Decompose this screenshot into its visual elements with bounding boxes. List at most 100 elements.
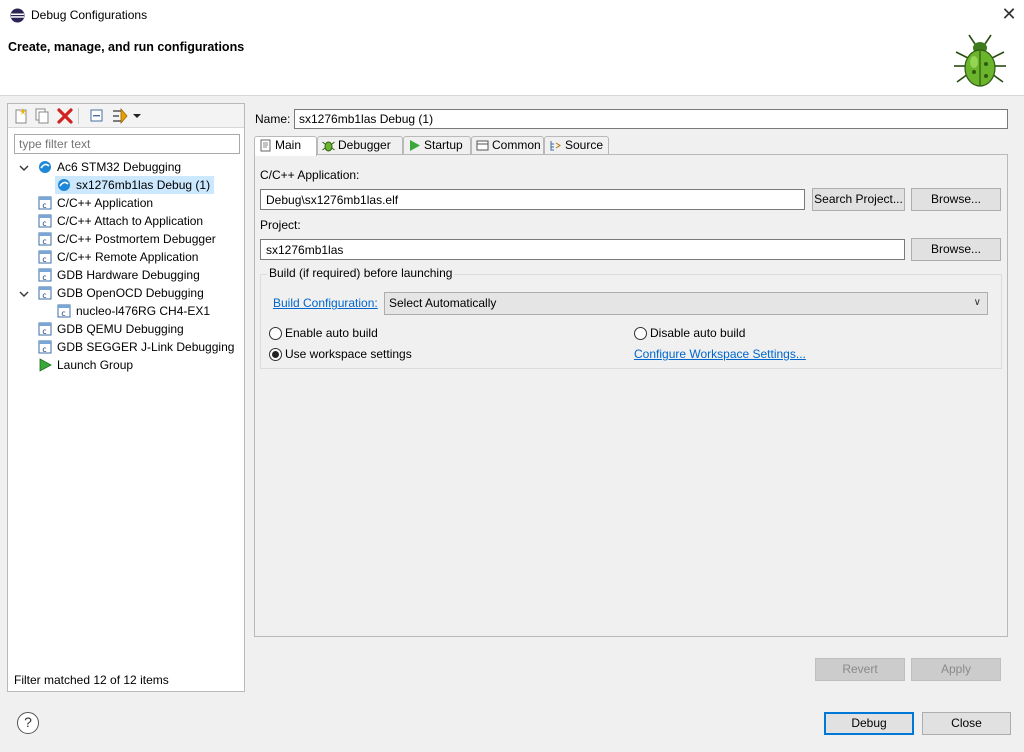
apply-button[interactable]: Apply (911, 658, 1001, 681)
tree-item-label: GDB QEMU Debugging (57, 322, 184, 336)
tab-debugger[interactable]: Debugger (317, 136, 403, 155)
svg-text:c: c (42, 291, 47, 300)
tree-item-label: C/C++ Application (57, 196, 154, 210)
svg-text:c: c (42, 255, 47, 264)
tree-item-label: GDB Hardware Debugging (57, 268, 200, 282)
configuration-editor: Name: Main Debugger Startup Common Source C/… (248, 103, 1016, 692)
c-app-icon: c (38, 196, 52, 210)
chevron-down-icon[interactable] (18, 161, 30, 173)
c-app-icon: c (38, 322, 52, 336)
name-label: Name: (255, 112, 291, 126)
tab-common[interactable]: Common (471, 136, 544, 155)
close-icon[interactable]: ✕ (998, 4, 1020, 26)
c-app-icon: c (38, 232, 52, 246)
chevron-down-icon[interactable] (18, 287, 30, 299)
build-configuration-value: Select Automatically (389, 296, 497, 310)
filter-icon[interactable] (111, 107, 129, 125)
tree-item[interactable]: c GDB OpenOCD Debugging (19, 284, 204, 302)
svg-text:c: c (42, 219, 47, 228)
browse-application-button[interactable]: Browse... (911, 188, 1001, 211)
tab-startup[interactable]: Startup (403, 136, 471, 155)
close-button[interactable]: Close (922, 712, 1011, 735)
c-app-icon: c (57, 304, 71, 318)
application-input[interactable] (260, 189, 805, 210)
tab-source[interactable]: Source (544, 136, 609, 155)
duplicate-icon[interactable] (33, 107, 51, 125)
enable-auto-build-radio[interactable] (269, 327, 282, 340)
tree-item-label: Launch Group (57, 358, 134, 372)
title-bar: Debug Configurations ✕ (0, 0, 1024, 30)
delete-icon[interactable] (56, 107, 74, 125)
window-title: Debug Configurations (31, 8, 148, 22)
bug-icon (954, 34, 1006, 87)
tab-main[interactable]: Main (254, 136, 317, 156)
help-icon[interactable]: ? (17, 712, 39, 734)
filter-input[interactable] (14, 134, 240, 154)
main-tab-content: C/C++ Application: Search Project... Bro… (254, 154, 1008, 637)
browse-project-button[interactable]: Browse... (911, 238, 1001, 261)
tree-item[interactable]: c C/C++ Postmortem Debugger (36, 230, 216, 248)
tree-toolbar (8, 104, 244, 128)
c-app-icon: c (38, 250, 52, 264)
configure-workspace-link[interactable]: Configure Workspace Settings... (634, 347, 806, 361)
search-project-button[interactable]: Search Project... (812, 188, 905, 211)
tab-label: Startup (424, 138, 463, 152)
use-workspace-radio[interactable] (269, 348, 282, 361)
toolbar-separator (78, 108, 79, 124)
tree-item-label: C/C++ Remote Application (57, 250, 199, 264)
tree-item[interactable]: c C/C++ Application (36, 194, 153, 212)
filter-status: Filter matched 12 of 12 items (14, 673, 169, 687)
configuration-tree-panel: Ac6 STM32 Debugging sx1276mb1las Debug (1… (7, 103, 245, 692)
tree-item[interactable]: c nucleo-l476RG CH4-EX1 (55, 302, 210, 320)
project-input[interactable] (260, 239, 905, 260)
debug-button[interactable]: Debug (824, 712, 914, 735)
use-workspace-label: Use workspace settings (285, 347, 412, 361)
tree-item[interactable]: c C/C++ Attach to Application (36, 212, 203, 230)
disable-auto-build-label: Disable auto build (650, 326, 746, 340)
name-input[interactable] (294, 109, 1008, 129)
enable-auto-build-label: Enable auto build (285, 326, 378, 340)
tree-item[interactable]: c GDB QEMU Debugging (36, 320, 184, 338)
chevron-down-icon: ∨ (973, 297, 981, 308)
tree-item-label: GDB OpenOCD Debugging (57, 286, 204, 300)
svg-text:c: c (42, 201, 47, 210)
svg-text:c: c (61, 309, 66, 318)
eclipse-icon (10, 8, 25, 23)
revert-button[interactable]: Revert (815, 658, 905, 681)
c-app-icon: c (38, 268, 52, 282)
svg-text:c: c (42, 345, 47, 354)
tree-item-label: sx1276mb1las Debug (1) (76, 178, 211, 192)
dropdown-arrow-icon[interactable] (132, 107, 142, 125)
build-configuration-link[interactable]: Build Configuration: (273, 296, 378, 310)
ac6-icon (57, 178, 71, 192)
tree-item[interactable]: Ac6 STM32 Debugging (19, 158, 182, 176)
c-app-icon: c (38, 286, 52, 300)
svg-text:c: c (42, 273, 47, 282)
tab-label: Common (492, 138, 541, 152)
app-label: C/C++ Application: (260, 168, 360, 182)
tab-label: Main (275, 138, 302, 152)
tree-item[interactable]: c GDB SEGGER J-Link Debugging (36, 338, 234, 356)
common-tab-icon (476, 139, 489, 152)
tree-item[interactable]: c GDB Hardware Debugging (36, 266, 200, 284)
tree-item-label: C/C++ Attach to Application (57, 214, 204, 228)
tree-item-label: GDB SEGGER J-Link Debugging (57, 340, 235, 354)
project-label: Project: (260, 218, 301, 232)
main-tab-icon (259, 139, 272, 152)
new-configuration-icon[interactable] (12, 107, 30, 125)
tree-item-label: C/C++ Postmortem Debugger (57, 232, 216, 246)
source-tab-icon (549, 139, 562, 152)
tree-item[interactable]: Launch Group (36, 356, 133, 374)
c-app-icon: c (38, 214, 52, 228)
build-configuration-select[interactable]: Select Automatically ∨ (384, 292, 988, 315)
svg-text:c: c (42, 327, 47, 336)
tab-label: Debugger (338, 138, 391, 152)
tree-item-label: Ac6 STM32 Debugging (57, 160, 182, 174)
ac6-icon (38, 160, 52, 174)
tree-item[interactable]: sx1276mb1las Debug (1) (55, 176, 215, 194)
build-group: Build (if required) before launching Bui… (260, 266, 1002, 369)
disable-auto-build-radio[interactable] (634, 327, 647, 340)
svg-text:c: c (42, 237, 47, 246)
collapse-all-icon[interactable] (88, 107, 106, 125)
tree-item[interactable]: c C/C++ Remote Application (36, 248, 198, 266)
